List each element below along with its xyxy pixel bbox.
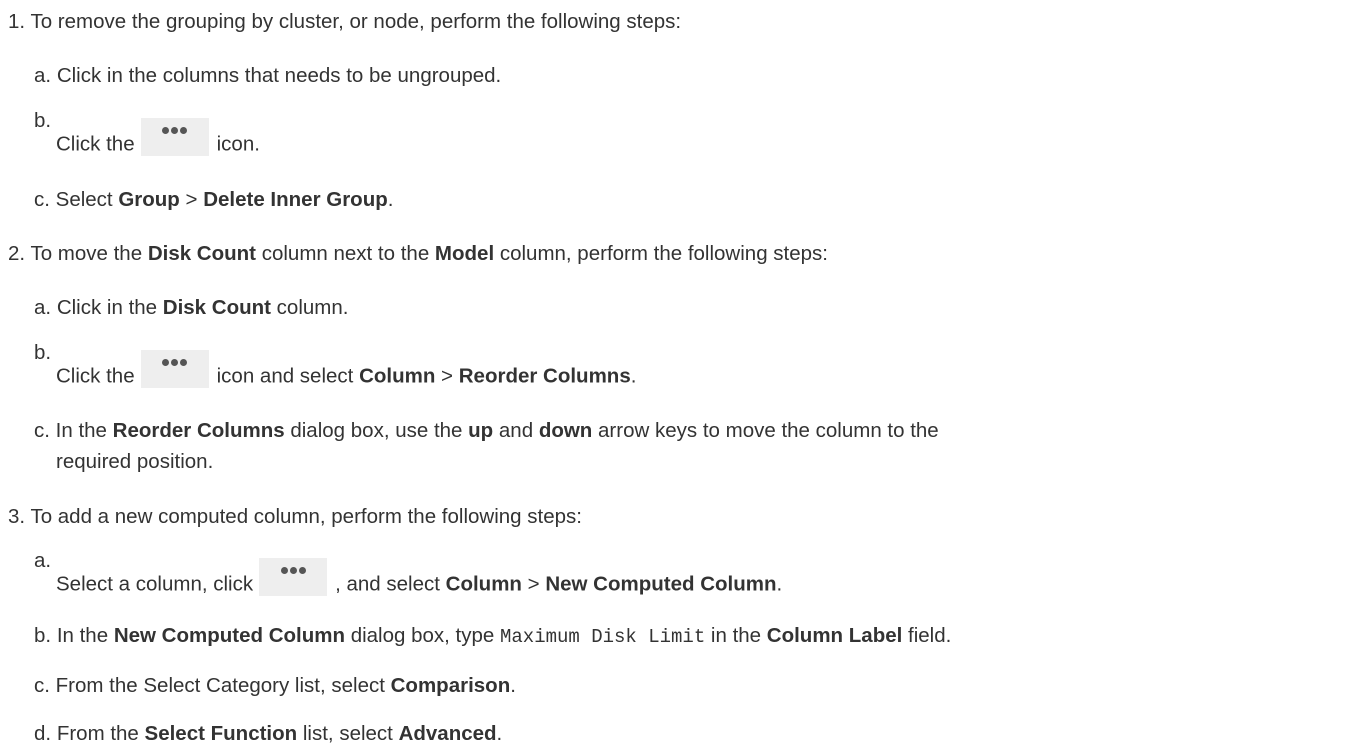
- step-number: 1.: [8, 10, 26, 33]
- up-label: up: [468, 419, 494, 442]
- disk-count-label: Disk Count: [147, 242, 257, 265]
- substep-text-pre: Click the: [56, 364, 135, 388]
- comparison-label: Comparison: [390, 674, 511, 697]
- substep-text-mid: , and select: [335, 572, 446, 596]
- step-text-pre: To move the: [30, 242, 148, 265]
- step-number: 3.: [8, 505, 26, 528]
- substep-text: Click in the columns that needs to be un…: [56, 64, 502, 87]
- substep-text-mid: list, select: [297, 722, 399, 745]
- substep-text-post: icon.: [216, 132, 260, 156]
- step-text-post: column, perform the following steps:: [494, 242, 828, 265]
- step-3: 3. To add a new computed column, perform…: [8, 505, 582, 529]
- step-2c: c. In the Reorder Columns dialog box, us…: [34, 419, 939, 443]
- substep-text-mid: dialog box, use the: [284, 419, 469, 442]
- step-number: 2.: [8, 242, 26, 265]
- substep-text-mid: icon and select: [216, 364, 360, 388]
- step-2c-continuation: required position.: [56, 450, 214, 473]
- substep-text-pre: From the Select Category list, select: [55, 674, 391, 697]
- substep-letter: d.: [34, 722, 52, 745]
- step-3c: c. From the Select Category list, select…: [34, 674, 516, 698]
- substep-text-pre: Click in the: [56, 296, 163, 319]
- substep-text-post: column.: [270, 296, 349, 319]
- more-options-icon: [140, 350, 209, 388]
- substep-letter: c.: [34, 674, 50, 697]
- substep-text-pre: From the: [56, 722, 145, 745]
- more-options-icon: [140, 118, 209, 156]
- select-function-label: Select Function: [144, 722, 298, 745]
- separator: >: [521, 572, 546, 596]
- substep-text-pre: Select a column, click: [56, 572, 254, 596]
- menu-column-label: Column: [445, 572, 522, 596]
- substep-text-and: and: [493, 419, 539, 442]
- step-2a: a. Click in the Disk Count column.: [34, 296, 348, 320]
- substep-letter: a.: [34, 549, 52, 572]
- model-label: Model: [434, 242, 495, 265]
- column-label-label: Column Label: [766, 624, 903, 647]
- menu-new-computed-column-label: New Computed Column: [545, 572, 777, 596]
- code-value: Maximum Disk Limit: [500, 626, 706, 648]
- period: .: [387, 188, 394, 211]
- substep-text-pre: Select: [55, 188, 119, 211]
- substep-text-post: field.: [902, 624, 952, 647]
- period: .: [496, 722, 503, 745]
- reorder-columns-label: Reorder Columns: [112, 419, 285, 442]
- step-2: 2. To move the Disk Count column next to…: [8, 242, 828, 266]
- step-3d: d. From the Select Function list, select…: [34, 722, 502, 746]
- step-1c: c. Select Group > Delete Inner Group.: [34, 188, 393, 212]
- menu-delete-inner-group-label: Delete Inner Group: [203, 188, 388, 211]
- substep-letter: c.: [34, 419, 50, 442]
- substep-letter: a.: [34, 64, 52, 87]
- substep-letter: c.: [34, 188, 50, 211]
- step-1a: a. Click in the columns that needs to be…: [34, 64, 501, 88]
- advanced-label: Advanced: [398, 722, 497, 745]
- substep-letter: b.: [34, 624, 52, 647]
- period: .: [510, 674, 516, 697]
- separator: >: [179, 188, 204, 211]
- substep-letter: b.: [34, 341, 52, 364]
- step-2b: Click the icon and select Column > Reorde…: [56, 350, 637, 396]
- step-text: To add a new computed column, perform th…: [30, 505, 582, 528]
- new-computed-column-label: New Computed Column: [113, 624, 345, 647]
- step-3a: Select a column, click , and select Colum…: [56, 558, 783, 604]
- substep-text-pre: In the: [55, 419, 113, 442]
- step-1b: Click the icon.: [56, 118, 260, 164]
- substep-text-mid: dialog box, type: [345, 624, 500, 647]
- disk-count-label: Disk Count: [162, 296, 271, 319]
- substep-text-in: in the: [705, 624, 767, 647]
- period: .: [776, 572, 783, 596]
- menu-reorder-columns-label: Reorder Columns: [458, 364, 631, 388]
- substep-text-post: arrow keys to move the column to the: [592, 419, 939, 442]
- separator: >: [435, 364, 459, 388]
- period: .: [630, 364, 637, 388]
- substep-letter: a.: [34, 296, 52, 319]
- menu-group-label: Group: [118, 188, 180, 211]
- step-text: To remove the grouping by cluster, or no…: [30, 10, 682, 33]
- more-options-icon: [259, 558, 328, 596]
- menu-column-label: Column: [359, 364, 436, 388]
- substep-text-pre: Click the: [56, 132, 135, 156]
- substep-letter: b.: [34, 109, 52, 132]
- step-3b: b. In the New Computed Column dialog box…: [34, 624, 951, 649]
- step-1: 1. To remove the grouping by cluster, or…: [8, 10, 681, 34]
- substep-text-pre: In the: [56, 624, 114, 647]
- down-label: down: [538, 419, 593, 442]
- step-text-mid: column next to the: [256, 242, 435, 265]
